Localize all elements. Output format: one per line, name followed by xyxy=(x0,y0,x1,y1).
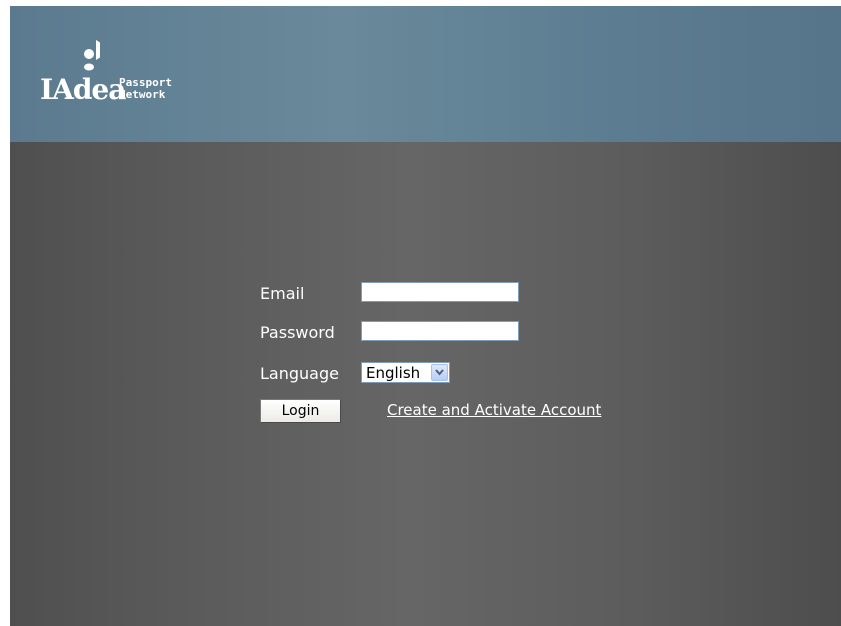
main-panel: Email Password Language English Login Cr… xyxy=(10,142,841,626)
logo: IAdea Passport Network xyxy=(40,34,220,114)
language-selected-value: English xyxy=(366,364,421,382)
email-input[interactable] xyxy=(361,282,519,302)
logo-wordmark: IAdea xyxy=(40,73,126,106)
logo-subtitle: Passport Network xyxy=(119,77,172,101)
chevron-down-icon xyxy=(435,369,444,376)
page-frame: IAdea Passport Network Email Password La… xyxy=(10,6,841,626)
language-label: Language xyxy=(260,364,339,383)
logo-subtitle-line2: Network xyxy=(119,88,166,101)
password-input[interactable] xyxy=(361,321,519,341)
create-account-link[interactable]: Create and Activate Account xyxy=(387,401,601,419)
language-select[interactable]: English xyxy=(361,362,450,383)
password-label: Password xyxy=(260,323,335,342)
login-button[interactable]: Login xyxy=(260,399,341,423)
dropdown-button[interactable] xyxy=(431,364,448,381)
email-label: Email xyxy=(260,284,305,303)
actions-row: Login Create and Activate Account xyxy=(260,399,660,423)
header-banner: IAdea Passport Network xyxy=(10,6,841,142)
